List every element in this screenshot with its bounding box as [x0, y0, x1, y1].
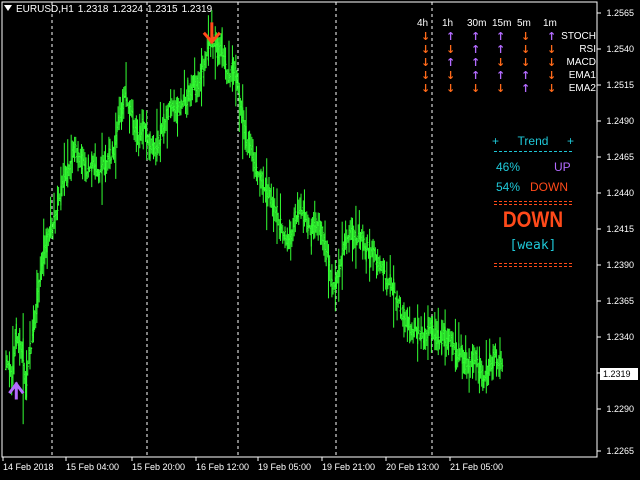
price-tick-label: 1.2540 [606, 44, 634, 54]
down-arrow-icon: ↓ [496, 82, 506, 95]
price-tick-label: 1.2490 [606, 116, 634, 126]
down-arrow-icon: ↓ [421, 69, 431, 82]
timeframe-header: 4h [417, 18, 429, 29]
trend-plus-right: + [566, 134, 574, 148]
up-arrow-icon: ↑ [471, 43, 481, 56]
down-percent: 54% [496, 180, 521, 194]
down-arrow-icon: ↓ [521, 30, 531, 43]
up-arrow-icon: ↑ [521, 82, 531, 95]
down-arrow-icon: ↓ [421, 82, 431, 95]
trend-plus-left: + [492, 134, 500, 148]
up-arrow-icon: ↑ [496, 43, 506, 56]
up-arrow-icon: ↑ [446, 56, 456, 69]
close-value: 1.2319 [181, 4, 213, 15]
up-arrow-icon: ↑ [496, 69, 506, 82]
price-tick-label: 1.2515 [606, 80, 634, 90]
trend-strength: [weak] [509, 238, 557, 253]
price-tick-label: 1.2265 [606, 446, 634, 456]
up-arrow-icon: ↑ [471, 69, 481, 82]
open-value: 1.2318 [77, 4, 109, 15]
price-tick-label: 1.2390 [606, 260, 634, 270]
timeframe-header: 30m [467, 18, 487, 29]
chart-header: EURUSD,H1 1.2318 1.2324 1.2315 1.2319 [4, 4, 216, 15]
trend-header: + Trend + [492, 134, 574, 148]
timeframe-header: 15m [492, 18, 512, 29]
time-tick-label: 15 Feb 20:00 [132, 462, 186, 472]
down-label: DOWN [530, 180, 568, 194]
up-arrow-icon: ↑ [496, 30, 506, 43]
price-tick-label: 1.2340 [606, 332, 634, 342]
up-arrow-icon: ↑ [471, 30, 481, 43]
collapse-arrow-icon[interactable] [4, 5, 12, 11]
time-tick-label: 20 Feb 13:00 [386, 462, 440, 472]
time-tick-label: 14 Feb 2018 [3, 462, 54, 472]
timeframe-header: 1m [543, 18, 557, 29]
price-tick-label: 1.2415 [606, 224, 634, 234]
up-arrow-icon: ↑ [547, 30, 557, 43]
up-arrow-icon: ↑ [521, 69, 531, 82]
down-arrow-icon: ↓ [421, 56, 431, 69]
down-arrow-icon: ↓ [521, 56, 531, 69]
up-arrow-icon: ↑ [471, 56, 481, 69]
down-arrow-icon: ↓ [547, 69, 557, 82]
time-tick-label: 15 Feb 04:00 [66, 462, 120, 472]
down-arrow-icon: ↓ [446, 69, 456, 82]
down-arrow-icon: ↓ [496, 56, 506, 69]
trend-verdict: DOWN [502, 208, 564, 233]
high-value: 1.2324 [112, 4, 143, 15]
time-tick-label: 19 Feb 05:00 [258, 462, 312, 472]
price-tick-label: 1.2565 [606, 8, 634, 18]
verdict-divider-top-a [494, 201, 572, 202]
up-percent: 46% [496, 160, 521, 174]
time-tick-label: 21 Feb 05:00 [450, 462, 504, 472]
low-value: 1.2315 [146, 4, 178, 15]
price-tick-label: 1.2440 [606, 188, 634, 198]
down-arrow-icon: ↓ [547, 43, 557, 56]
down-arrow-icon: ↓ [446, 43, 456, 56]
time-tick-label: 19 Feb 21:00 [322, 462, 376, 472]
trend-title: Trend [517, 134, 549, 148]
verdict-divider-top-b [494, 204, 572, 205]
price-tick-label: 1.2465 [606, 152, 634, 162]
down-arrow-icon: ↓ [421, 30, 431, 43]
down-arrow-icon: ↓ [547, 56, 557, 69]
timeframe-header: 5m [517, 18, 531, 29]
down-arrow-icon: ↓ [547, 82, 557, 95]
down-arrow-icon: ↓ [446, 82, 456, 95]
timeframe-header: 1h [442, 18, 454, 29]
down-arrow-icon: ↓ [521, 43, 531, 56]
symbol-label: EURUSD,H1 [16, 4, 74, 15]
verdict-divider-bottom-a [494, 263, 572, 264]
down-arrow-icon: ↓ [471, 82, 481, 95]
price-tick-label: 1.2365 [606, 296, 634, 306]
price-tick-label: 1.2290 [606, 404, 634, 414]
time-tick-label: 16 Feb 12:00 [196, 462, 250, 472]
trend-divider [494, 151, 572, 152]
down-arrow-icon: ↓ [421, 43, 431, 56]
verdict-divider-bottom-b [494, 266, 572, 267]
up-arrow-icon: ↑ [446, 30, 456, 43]
up-label: UP [554, 160, 571, 174]
current-price-badge: 1.2319 [600, 368, 638, 380]
